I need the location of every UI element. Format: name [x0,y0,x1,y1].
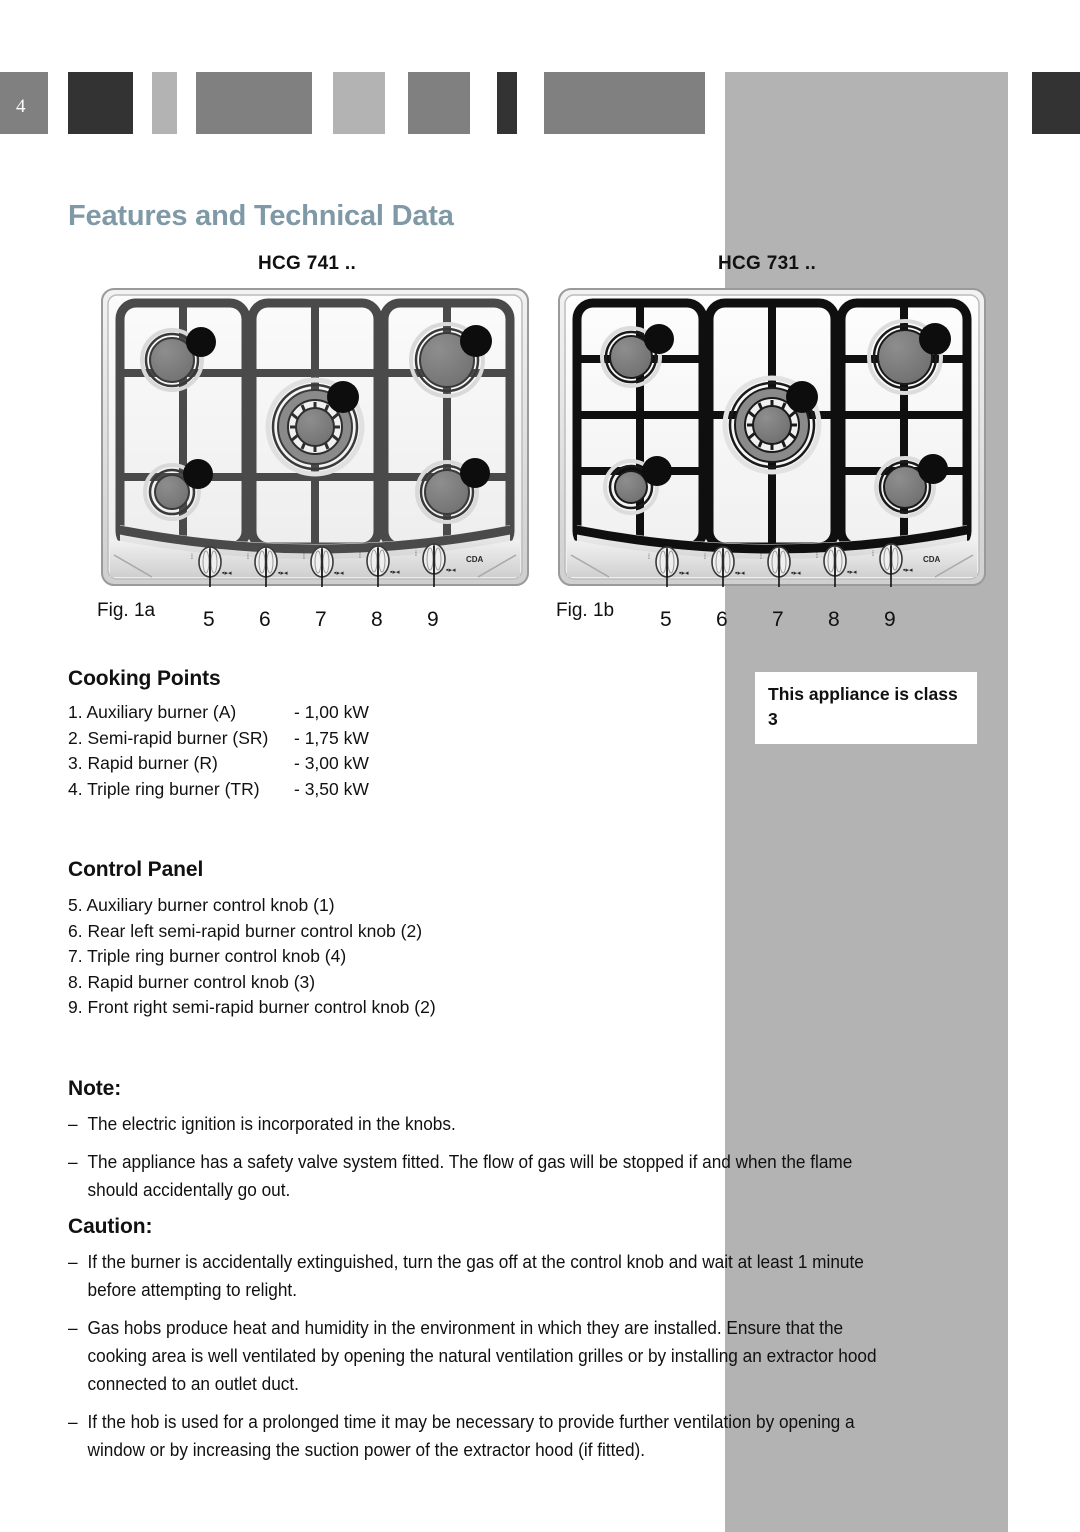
figure-caption-1a: Fig. 1a [97,600,156,621]
caution-item: – Gas hobs produce heat and humidity in t… [68,1314,905,1398]
cooking-point-value: - 3,50 kW [294,778,369,799]
page-number: 4 [16,96,26,117]
svg-text:▪▸◂: ▪▸◂ [791,570,801,577]
bullet-dash: – [68,1151,78,1172]
caution-heading: Caution: [68,1215,153,1238]
figure-callout-number: 6 [716,608,728,631]
control-panel-item: 6. Rear left semi-rapid burner control k… [68,920,423,941]
header-bar-8 [1032,72,1080,134]
svg-text:▪▸◂: ▪▸◂ [446,567,456,574]
figure-callout-number: 9 [884,608,896,631]
cooking-point-name: 3. Rapid burner (R) [68,753,218,773]
caution-item-text: Gas hobs produce heat and humidity in th… [87,1317,877,1394]
caution-item: – If the burner is accidentally extinguis… [68,1248,905,1304]
cooking-point-value: - 3,00 kW [294,753,369,773]
header-bar-1 [68,72,133,134]
svg-text:▪▸◂: ▪▸◂ [222,570,232,577]
caution-item-text: If the burner is accidentally extinguish… [87,1251,864,1300]
page-title: Features and Technical Data [68,200,454,232]
header-bar-6 [497,72,517,134]
svg-text:⁞: ⁞ [247,554,249,561]
figure-caption-1b: Fig. 1b [556,600,615,621]
svg-text:⁞: ⁞ [359,553,361,560]
control-panel-heading: Control Panel [68,858,204,881]
svg-text:⁞: ⁞ [648,554,650,561]
svg-text:▪▸◂: ▪▸◂ [903,567,913,574]
svg-text:CDA: CDA [466,555,484,564]
hob-diagram-hcg741: ⁞ ▪▸◂ ⁞ ▪▸◂ ⁞ ▪▸◂ ⁞ ▪▸◂ ⁞ ▪▸◂ CDA [100,287,530,592]
svg-text:⁞: ⁞ [303,554,305,561]
figure-callout-number: 9 [427,608,439,631]
header-bar-4 [333,72,385,134]
cooking-point-name: 4. Triple ring burner (TR) [68,778,260,799]
figure-callout-number: 5 [203,608,215,631]
figure-callout-number: 7 [772,608,784,631]
bullet-dash: – [68,1317,78,1338]
bullet-dash: – [68,1411,78,1432]
header-bar-2 [152,72,177,134]
control-panel-item: 5. Auxiliary burner control knob (1) [68,895,335,915]
svg-text:CDA: CDA [923,555,941,564]
svg-text:▪▸◂: ▪▸◂ [679,570,689,577]
control-panel-item: 8. Rapid burner control knob (3) [68,971,316,992]
svg-text:⁞: ⁞ [872,551,874,558]
cooking-point-value: - 1,75 kW [294,727,369,748]
control-panel-item: 9. Front right semi-rapid burner control… [68,997,436,1017]
svg-text:▪▸◂: ▪▸◂ [278,570,288,577]
figure-callout-number: 7 [315,608,327,631]
appliance-class-text: This appliance is class 3 [768,684,958,729]
figure-callout-number: 8 [371,608,383,631]
svg-text:▪▸◂: ▪▸◂ [390,569,400,576]
figure-callout-number: 8 [828,608,840,631]
appliance-class-box: This appliance is class 3 [755,672,977,744]
caution-list: – If the burner is accidentally extinguis… [68,1248,968,1474]
cooking-point-name: 2. Semi-rapid burner (SR) [68,727,269,748]
bullet-dash: – [68,1251,78,1272]
cooking-points-heading: Cooking Points [68,667,221,690]
svg-text:⁞: ⁞ [191,554,193,561]
svg-text:⁞: ⁞ [816,553,818,560]
model-label-hcg731: HCG 731 .. [718,253,817,274]
figure-callout-number: 6 [259,608,271,631]
cooking-point-name: 1. Auxiliary burner (A) [68,702,237,722]
svg-text:▪▸◂: ▪▸◂ [847,569,857,576]
note-heading: Note: [68,1077,122,1100]
note-list: – The electric ignition is incorporated i… [68,1110,968,1214]
caution-item-text: If the hob is used for a prolonged time … [87,1411,855,1460]
svg-text:▪▸◂: ▪▸◂ [735,570,745,577]
control-panel-list: 5. Auxiliary burner control knob (1) 6. R… [68,893,436,1021]
bullet-dash: – [68,1113,78,1134]
note-item-text: The electric ignition is incorporated in… [87,1113,456,1134]
figure-callout-number: 5 [660,608,672,631]
header-bar-5 [408,72,470,134]
cooking-point-value: - 1,00 kW [294,702,369,722]
hob-diagram-hcg731: ⁞ ▪▸◂ ⁞ ▪▸◂ ⁞ ▪▸◂ ⁞ ▪▸◂ ⁞ ▪▸◂ CDA [557,287,987,592]
caution-item: – If the hob is used for a prolonged time… [68,1408,905,1464]
model-label-hcg741: HCG 741 .. [258,253,357,274]
header-bar-3 [196,72,312,134]
header-decorative-band: 4 [0,0,1080,160]
control-panel-item: 7. Triple ring burner control knob (4) [68,946,347,966]
svg-text:⁞: ⁞ [415,551,417,558]
svg-text:▪▸◂: ▪▸◂ [334,570,344,577]
note-item-text: The appliance has a safety valve system … [87,1151,853,1200]
header-bar-7 [544,72,705,134]
note-item: – The appliance has a safety valve system… [68,1148,905,1204]
svg-text:⁞: ⁞ [760,554,762,561]
note-item: – The electric ignition is incorporated i… [68,1110,905,1138]
svg-text:⁞: ⁞ [704,554,706,561]
